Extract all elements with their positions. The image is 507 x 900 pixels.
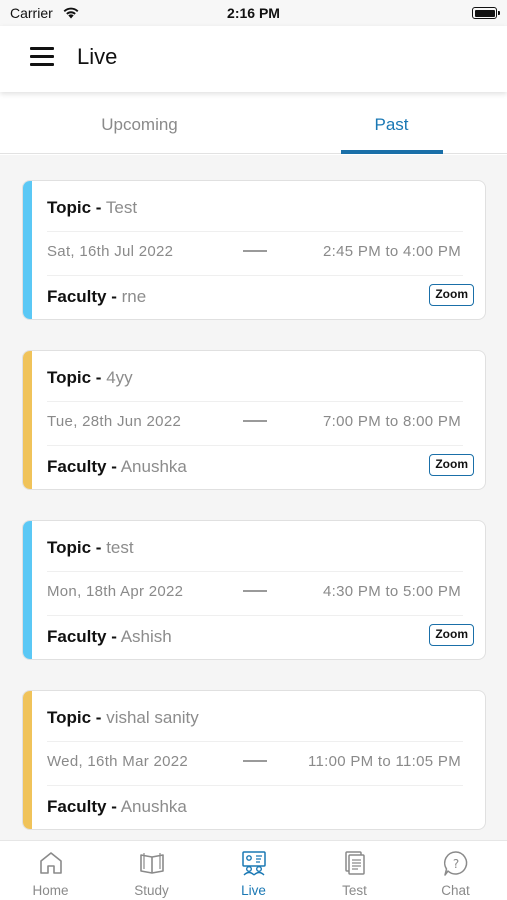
- test-paper-icon: [344, 851, 365, 875]
- session-faculty: Faculty - Anushka: [47, 797, 187, 816]
- session-faculty: Faculty - Ashish: [47, 627, 172, 646]
- nav-label: Chat: [441, 883, 470, 898]
- session-time: 4:30 PM to 5:00 PM: [323, 583, 461, 600]
- nav-chat[interactable]: ? Chat: [405, 841, 506, 900]
- clock: 2:16 PM: [227, 5, 280, 21]
- session-card[interactable]: Topic - vishal sanity Wed, 16th Mar 2022…: [22, 690, 486, 830]
- session-topic: Topic - 4yy: [47, 368, 133, 387]
- nav-label: Study: [134, 883, 169, 898]
- session-faculty: Faculty - Anushka: [47, 457, 187, 476]
- svg-text:?: ?: [452, 857, 458, 871]
- nav-label: Test: [342, 883, 367, 898]
- zoom-badge[interactable]: Zoom: [429, 284, 474, 306]
- session-time: 11:00 PM to 11:05 PM: [307, 753, 461, 770]
- zoom-badge[interactable]: Zoom: [429, 454, 474, 476]
- tab-bar: Upcoming Past: [0, 94, 507, 154]
- session-date: Mon, 18th Apr 2022: [47, 583, 184, 600]
- session-list[interactable]: Topic - Test Sat, 16th Jul 2022 2:45 PM …: [0, 155, 507, 840]
- help-chat-icon: ?: [443, 851, 467, 876]
- session-time: 2:45 PM to 4:00 PM: [323, 243, 461, 260]
- divider: [47, 445, 463, 446]
- card-accent-stripe: [23, 181, 32, 319]
- nav-home[interactable]: Home: [0, 841, 101, 900]
- session-card[interactable]: Topic - 4yy Tue, 28th Jun 2022 7:00 PM t…: [22, 350, 486, 490]
- session-card[interactable]: Topic - test Mon, 18th Apr 2022 4:30 PM …: [22, 520, 486, 660]
- card-accent-stripe: [23, 691, 32, 829]
- nav-label: Live: [241, 883, 266, 898]
- card-accent-stripe: [23, 351, 32, 489]
- card-accent-stripe: [23, 521, 32, 659]
- divider: [47, 401, 463, 402]
- session-card[interactable]: Topic - Test Sat, 16th Jul 2022 2:45 PM …: [22, 180, 486, 320]
- session-faculty: Faculty - rne: [47, 287, 147, 306]
- bottom-nav: Home Study Live Test ? Chat: [0, 840, 507, 900]
- dash-separator: [243, 250, 267, 252]
- nav-live[interactable]: Live: [203, 841, 304, 900]
- divider: [47, 275, 463, 276]
- dash-separator: [243, 590, 267, 592]
- session-date: Wed, 16th Mar 2022: [47, 753, 189, 770]
- divider: [47, 231, 463, 232]
- zoom-badge[interactable]: Zoom: [429, 624, 474, 646]
- session-date: Sat, 16th Jul 2022: [47, 243, 174, 260]
- dash-separator: [243, 420, 267, 422]
- tab-past[interactable]: Past: [265, 94, 507, 154]
- divider: [47, 615, 463, 616]
- session-date: Tue, 28th Jun 2022: [47, 413, 182, 430]
- nav-test[interactable]: Test: [304, 841, 405, 900]
- hamburger-menu-icon[interactable]: [30, 47, 54, 67]
- live-class-icon: [241, 851, 266, 876]
- dash-separator: [243, 760, 267, 762]
- tab-upcoming[interactable]: Upcoming: [13, 94, 266, 154]
- divider: [47, 785, 463, 786]
- divider: [47, 571, 463, 572]
- session-time: 7:00 PM to 8:00 PM: [323, 413, 461, 430]
- book-icon: [139, 853, 164, 874]
- app-header: Live: [0, 26, 507, 92]
- active-tab-indicator: [341, 150, 443, 154]
- session-topic: Topic - test: [47, 538, 134, 557]
- nav-label: Home: [32, 883, 69, 898]
- divider: [47, 741, 463, 742]
- nav-study[interactable]: Study: [101, 841, 202, 900]
- session-topic: Topic - vishal sanity: [47, 708, 199, 727]
- page-title: Live: [77, 44, 118, 69]
- battery-icon: [472, 7, 500, 19]
- home-icon: [39, 852, 62, 874]
- status-bar: Carrier 2:16 PM: [0, 0, 507, 26]
- session-topic: Topic - Test: [47, 198, 138, 217]
